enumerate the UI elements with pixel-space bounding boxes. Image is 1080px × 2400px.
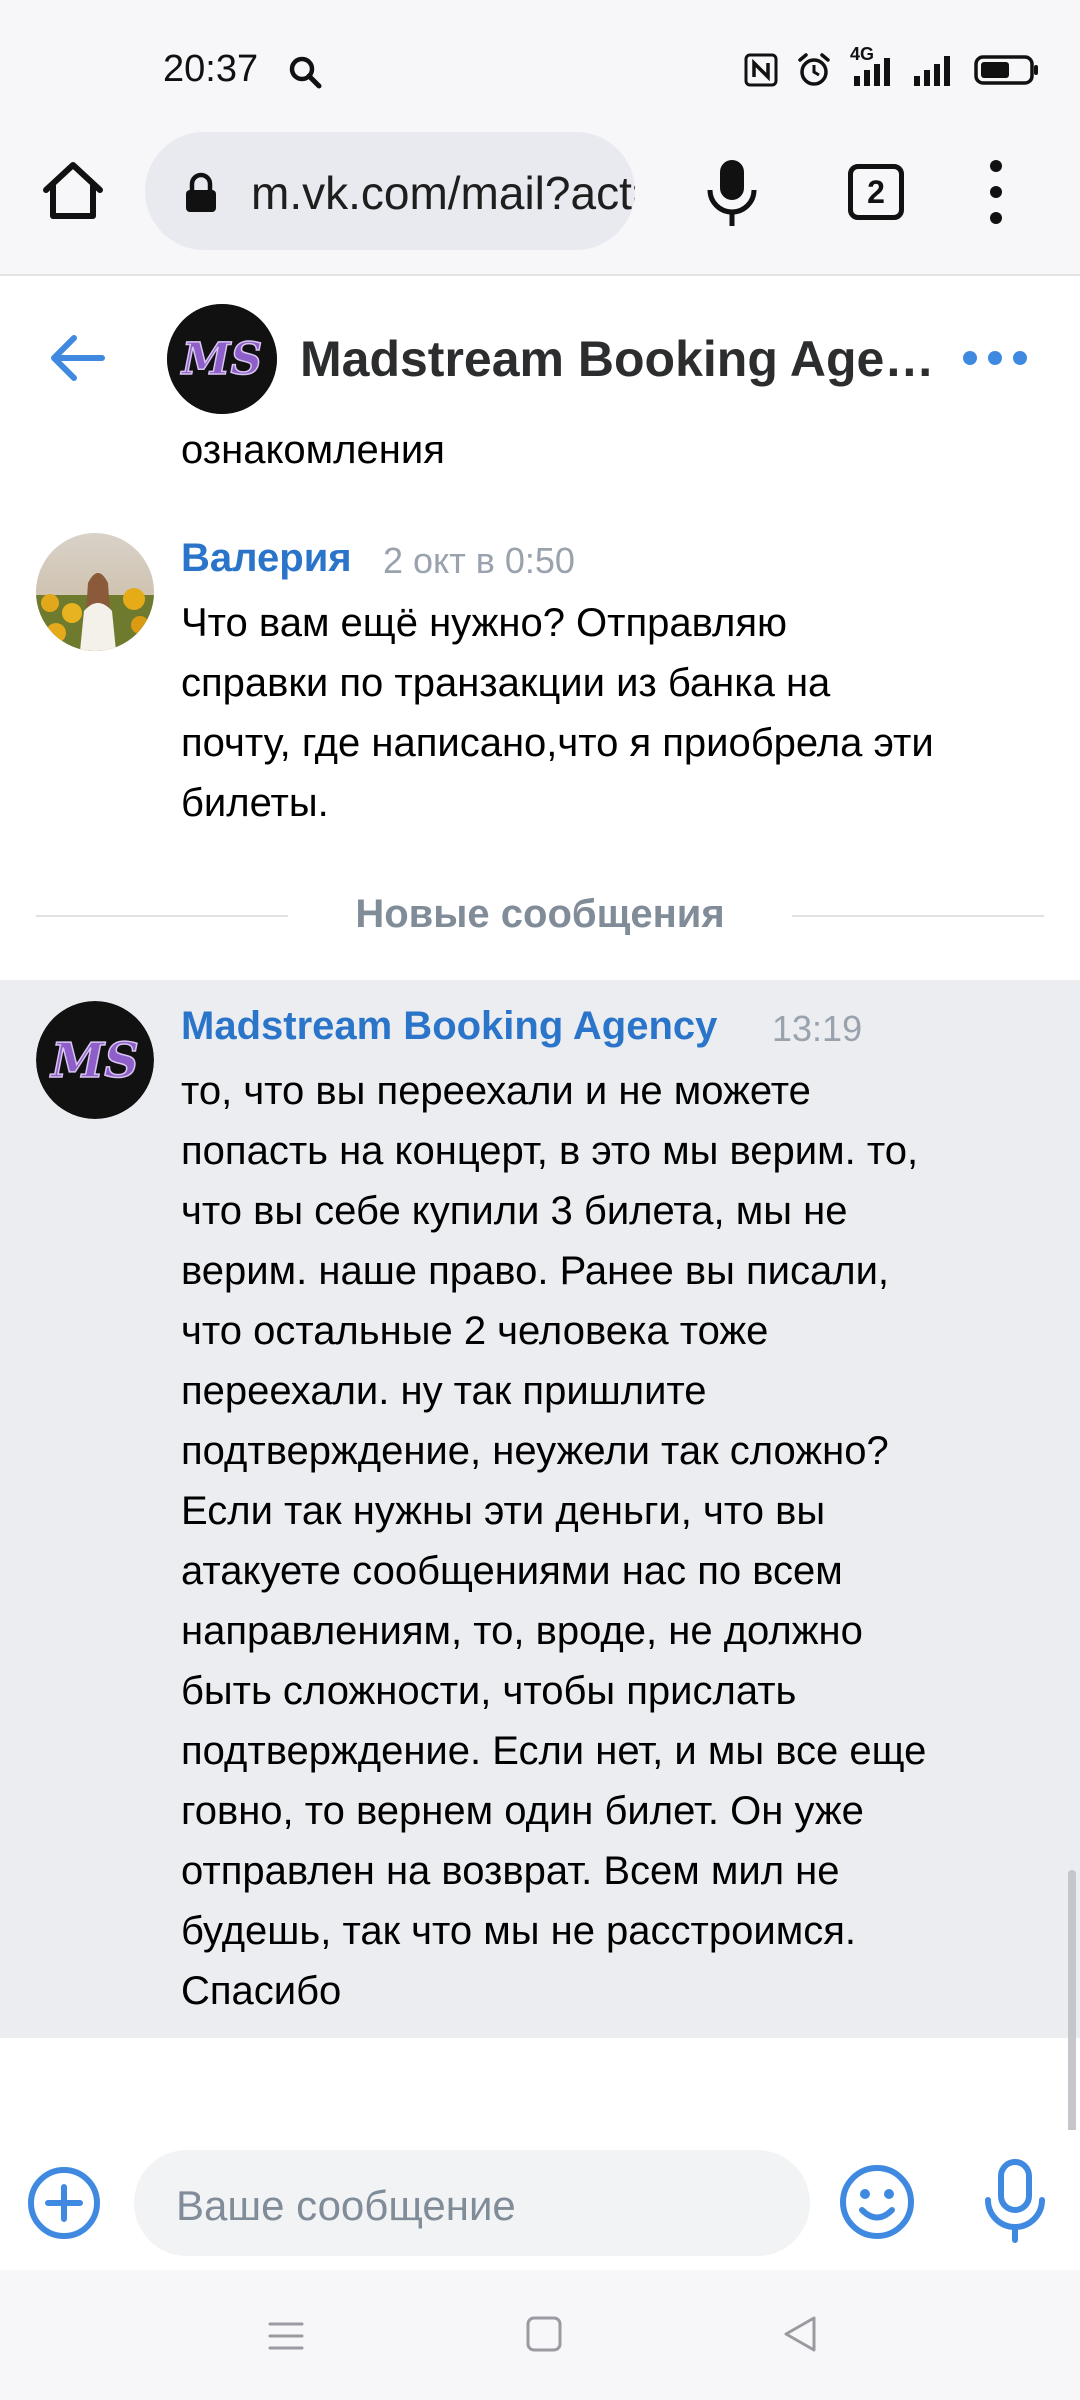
madstream-logo-icon: MS xyxy=(167,304,277,414)
nfc-icon xyxy=(744,53,778,87)
madstream-logo-icon: MS xyxy=(36,1001,154,1119)
user-photo-icon xyxy=(36,533,154,651)
message-author[interactable]: Madstream Booking Agency xyxy=(181,1004,717,1049)
message-line: Если так нужны эти деньги, что вы xyxy=(181,1489,826,1533)
message-line: Спасибо xyxy=(181,1969,342,2013)
svg-text:MS: MS xyxy=(49,1033,139,1089)
chat-title[interactable]: Madstream Booking Age… xyxy=(300,330,934,388)
home-icon[interactable] xyxy=(38,156,108,226)
back-arrow-icon[interactable] xyxy=(46,326,110,390)
message-text-continued: ознакомления xyxy=(181,428,445,472)
system-navigation-bar xyxy=(0,2270,1080,2400)
more-icon[interactable] xyxy=(960,338,1030,378)
message-line: верим. наше право. Ранее вы писали, xyxy=(181,1249,890,1293)
message-line: что вы себе купили 3 билета, мы не xyxy=(181,1189,848,1233)
home-nav-icon[interactable] xyxy=(524,2314,564,2354)
message-line: попасть на концерт, в это мы верим. то, xyxy=(181,1129,919,1173)
message-line: подтверждение. Если нет, и мы все еще xyxy=(181,1729,927,1773)
message-line: то, что вы переехали и не можете xyxy=(181,1069,811,1113)
message-input[interactable]: Ваше сообщение xyxy=(134,2150,810,2256)
signal-icon xyxy=(914,56,950,86)
message-line: будешь, так что мы не расстроимся. xyxy=(181,1909,856,1953)
recent-apps-icon[interactable] xyxy=(266,2316,306,2356)
new-messages-divider: Новые сообщения xyxy=(36,884,1044,944)
message-author[interactable]: Валерия xyxy=(181,536,352,581)
status-bar: 20:37 4G xyxy=(0,0,1080,126)
signal-4g-icon: 4G xyxy=(850,44,894,88)
browser-menu-icon[interactable] xyxy=(980,156,1012,228)
message-line: быть сложности, чтобы прислать xyxy=(181,1669,797,1713)
message-text: Что вам ещё нужно? Отправляю справки по … xyxy=(181,593,934,833)
message-line: что остальные 2 человека тоже xyxy=(181,1309,769,1353)
emoji-icon[interactable] xyxy=(838,2163,916,2241)
chat-header: MS Madstream Booking Age… xyxy=(0,278,1080,442)
message-line: отправлен на возврат. Всем мил не xyxy=(181,1849,840,1893)
message-line: справки по транзакции из банка на xyxy=(181,661,831,705)
message-line: билеты. xyxy=(181,781,329,825)
message-line: почту, где написано,что я приобрела эти xyxy=(181,721,934,765)
message-time: 2 окт в 0:50 xyxy=(383,540,575,581)
battery-icon xyxy=(974,55,1038,85)
message-line: направлениям, то, вроде, не должно xyxy=(181,1609,863,1653)
status-time: 20:37 xyxy=(163,48,259,90)
scrollbar-thumb[interactable] xyxy=(1068,1870,1076,2138)
search-icon xyxy=(289,56,322,89)
address-bar[interactable]: m.vk.com/mail?act=show xyxy=(145,132,635,250)
divider-line-right xyxy=(792,915,1044,917)
message-time: 13:19 xyxy=(772,1008,863,1049)
url-text: m.vk.com/mail?act=show xyxy=(251,167,635,219)
voice-message-icon[interactable] xyxy=(980,2158,1050,2244)
chat-avatar[interactable]: MS xyxy=(167,304,277,414)
svg-text:MS: MS xyxy=(180,334,262,385)
status-icons: 4G xyxy=(744,44,1040,90)
message-line: атакуете сообщениями нас по всем xyxy=(181,1549,843,1593)
user-avatar[interactable] xyxy=(36,533,154,651)
message-input-placeholder: Ваше сообщение xyxy=(176,2182,516,2229)
message-line: подтверждение, неужели так сложно? xyxy=(181,1429,889,1473)
message-text: то, что вы переехали и не можете попасть… xyxy=(181,1061,926,2021)
message-line: переехали. ну так пришлите xyxy=(181,1369,707,1413)
lock-icon xyxy=(186,172,216,212)
agency-avatar[interactable]: MS xyxy=(36,1001,154,1119)
back-nav-icon[interactable] xyxy=(780,2314,820,2354)
voice-search-icon[interactable] xyxy=(700,156,764,230)
alarm-icon xyxy=(798,53,830,86)
message-composer: Ваше сообщение xyxy=(0,2130,1080,2270)
add-attachment-icon[interactable] xyxy=(26,2165,102,2241)
tab-switcher-button[interactable]: 2 xyxy=(848,164,904,220)
message-line: говно, то вернем один билет. Он уже xyxy=(181,1789,864,1833)
message-line: Что вам ещё нужно? Отправляю xyxy=(181,601,787,645)
browser-toolbar: m.vk.com/mail?act=show 2 xyxy=(0,126,1080,276)
